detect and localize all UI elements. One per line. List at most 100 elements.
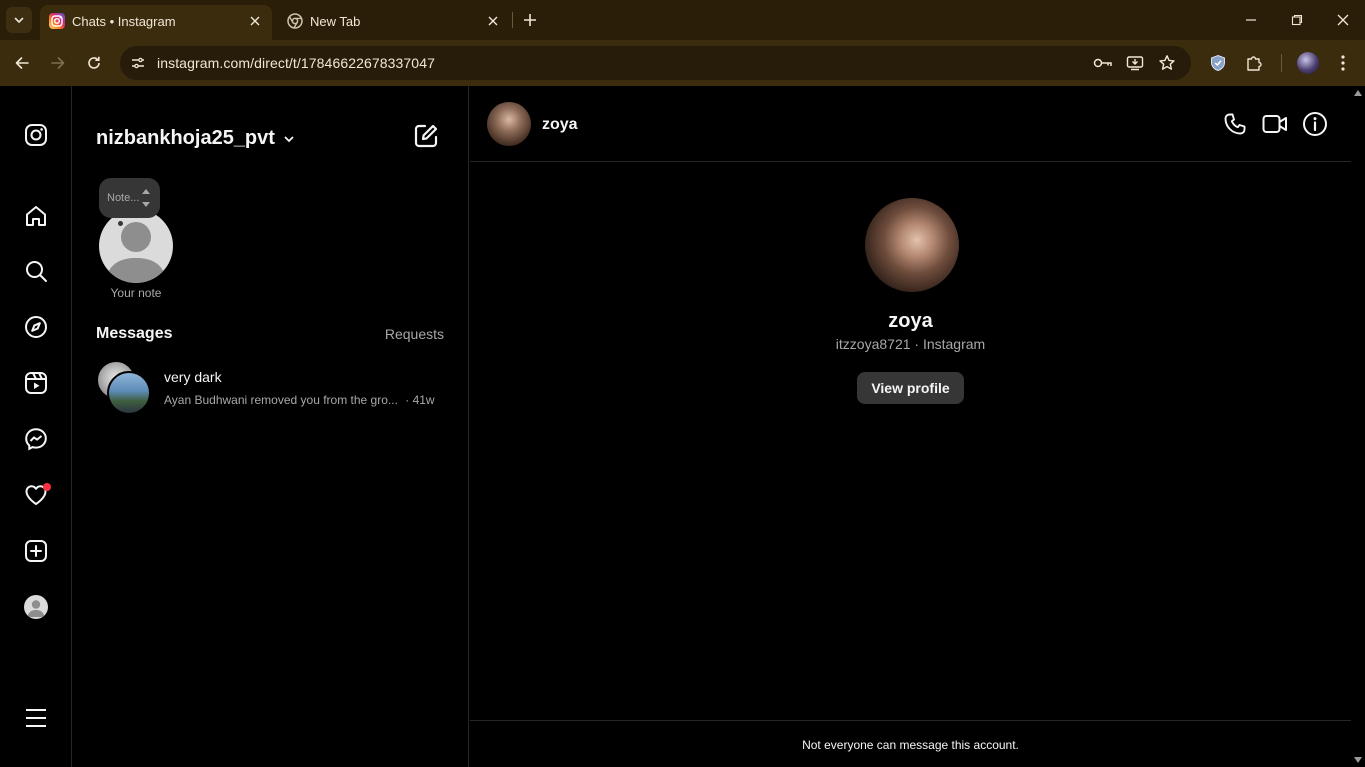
close-icon	[488, 16, 498, 26]
page-scrollbar[interactable]	[1351, 86, 1365, 767]
profile-name: zoya	[888, 310, 933, 332]
messages-heading: Messages	[96, 325, 173, 342]
reels-icon	[25, 372, 47, 394]
account-switcher[interactable]: nizbankhoja25_pvt	[96, 127, 295, 150]
browser-toolbar: instagram.com/direct/t/17846622678337047	[0, 40, 1365, 86]
shield-extension-icon	[1211, 54, 1225, 72]
password-key-icon	[1093, 58, 1112, 68]
close-icon	[250, 16, 260, 26]
reload-button[interactable]	[82, 51, 106, 75]
explore-compass-icon	[25, 316, 47, 338]
restore-button[interactable]	[1285, 8, 1309, 32]
view-profile-button[interactable]: View profile	[857, 372, 964, 404]
conversation-info-button[interactable]	[1302, 111, 1328, 137]
nav-reels[interactable]	[22, 369, 50, 397]
site-info-button[interactable]	[126, 51, 150, 75]
bookmark-button[interactable]	[1156, 52, 1178, 74]
browser-tabstrip: Chats • Instagram New Tab	[0, 0, 1365, 40]
scroll-down-arrow[interactable]	[1354, 757, 1362, 763]
install-app-button[interactable]	[1124, 52, 1146, 74]
nav-explore[interactable]	[22, 313, 50, 341]
inbox-panel: nizbankhoja25_pvt Note... Your note Mess…	[73, 86, 469, 767]
toolbar-separator	[1281, 54, 1282, 72]
create-plus-icon	[25, 540, 47, 562]
new-tab-button[interactable]	[519, 9, 541, 31]
thread-user-avatar[interactable]	[487, 102, 531, 146]
scroll-arrows-icon	[142, 189, 150, 207]
nav-messages[interactable]	[22, 425, 50, 453]
message-restriction-notice: Not everyone can message this account.	[470, 720, 1351, 767]
compose-icon	[414, 124, 438, 148]
restore-icon	[1291, 14, 1303, 26]
requests-link[interactable]: Requests	[385, 326, 444, 342]
chevron-down-icon	[284, 135, 294, 142]
your-note-avatar[interactable]	[99, 209, 173, 283]
close-tab-button[interactable]	[484, 12, 502, 30]
instagram-logo-icon	[25, 124, 47, 146]
instagram-app: nizbankhoja25_pvt Note... Your note Mess…	[0, 86, 1365, 767]
password-manager-button[interactable]	[1092, 52, 1114, 74]
tab-title: Chats • Instagram	[72, 14, 176, 29]
nav-search[interactable]	[22, 257, 50, 285]
extensions-button[interactable]	[1242, 51, 1266, 75]
nav-create[interactable]	[22, 537, 50, 565]
close-window-icon	[1337, 14, 1349, 26]
forward-button[interactable]	[46, 51, 70, 75]
group-avatar-secondary	[107, 371, 151, 415]
reload-icon	[88, 56, 100, 69]
profile-avatar[interactable]	[24, 595, 48, 619]
voice-call-icon	[1224, 113, 1246, 135]
install-app-icon	[1126, 56, 1144, 71]
note-bubble[interactable]: Note...	[99, 178, 160, 218]
instagram-logo-link[interactable]	[22, 121, 50, 149]
conversation-preview: Ayan Budhwani removed you from the gro..…	[164, 393, 435, 407]
chrome-favicon	[287, 13, 303, 29]
tab-instagram-chats[interactable]: Chats • Instagram	[40, 5, 272, 40]
tab-search-button[interactable]	[6, 7, 32, 33]
tab-new-tab[interactable]: New Tab	[278, 5, 510, 40]
thread-header: zoya	[470, 86, 1351, 162]
minimize-button[interactable]	[1239, 8, 1263, 32]
browser-menu-button[interactable]	[1331, 51, 1355, 75]
bookmark-star-icon	[1159, 55, 1175, 70]
video-call-icon	[1262, 115, 1287, 133]
search-icon	[26, 261, 47, 282]
voice-call-button[interactable]	[1222, 111, 1248, 137]
thread-user-name[interactable]: zoya	[542, 116, 578, 134]
shield-extension-button[interactable]	[1206, 51, 1230, 75]
nav-more[interactable]	[22, 704, 50, 732]
address-bar[interactable]: instagram.com/direct/t/17846622678337047	[120, 46, 1191, 80]
instagram-nav-rail	[0, 86, 72, 767]
account-name: nizbankhoja25_pvt	[96, 127, 275, 149]
messenger-icon	[25, 428, 47, 451]
new-message-button[interactable]	[413, 123, 439, 149]
profile-username: itzzoya8721 · Instagram	[835, 336, 986, 352]
preview-time: · 41w	[405, 393, 435, 407]
extensions-puzzle-icon	[1247, 56, 1262, 71]
browser-profile-avatar[interactable]	[1297, 52, 1319, 74]
chevron-down-icon	[14, 17, 24, 24]
conversation-item[interactable]: very dark Ayan Budhwani removed you from…	[96, 358, 456, 416]
tab-title: New Tab	[310, 14, 361, 29]
back-icon	[15, 57, 29, 69]
video-call-button[interactable]	[1262, 111, 1288, 137]
instagram-favicon	[49, 13, 65, 29]
tab-separator	[512, 12, 513, 28]
preview-text: Ayan Budhwani removed you from the gro..…	[164, 393, 398, 407]
nav-home[interactable]	[22, 202, 50, 230]
info-icon	[1303, 112, 1327, 136]
profile-picture	[865, 198, 959, 292]
site-info-icon	[132, 57, 144, 69]
menu-kebab-icon	[1341, 55, 1345, 71]
chat-thread: zoya zoya itzzoya8721 · Instagram View p…	[470, 86, 1351, 767]
scroll-up-arrow[interactable]	[1354, 90, 1362, 96]
forward-icon	[51, 57, 65, 69]
notification-dot	[43, 483, 51, 491]
notice-text: Not everyone can message this account.	[802, 738, 1019, 752]
minimize-icon	[1246, 19, 1256, 21]
back-button[interactable]	[10, 51, 34, 75]
close-tab-button[interactable]	[246, 12, 264, 30]
note-placeholder: Note...	[107, 192, 140, 204]
close-window-button[interactable]	[1331, 8, 1355, 32]
conversation-name: very dark	[164, 369, 222, 385]
